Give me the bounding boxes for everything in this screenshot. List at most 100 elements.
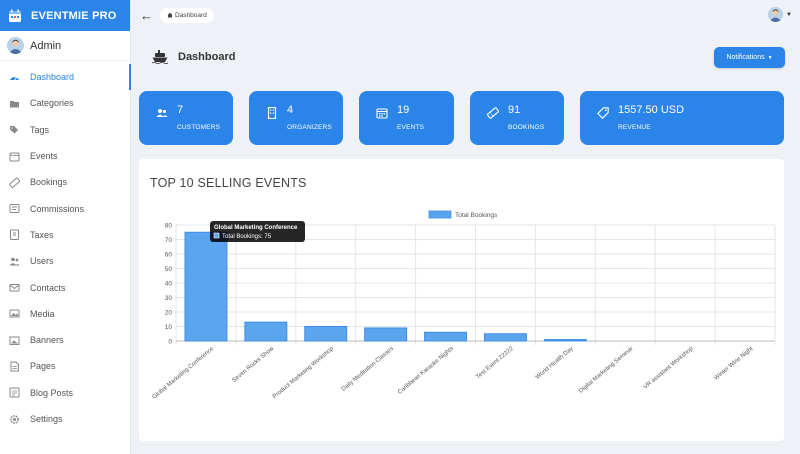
breadcrumb-label: Dashboard — [175, 12, 207, 19]
users-icon — [156, 109, 168, 117]
sidebar-item-label: Settings — [30, 414, 63, 424]
home-icon — [167, 12, 173, 20]
bar — [364, 327, 408, 342]
sidebar-item-taxes[interactable]: Taxes — [0, 222, 130, 248]
sidebar-item-label: Contacts — [30, 282, 66, 293]
sidebar-item-label: Media — [30, 308, 55, 319]
stat-card-revenue[interactable]: 1557.50 USD REVENUE — [580, 91, 784, 145]
stat-value: 19 — [397, 104, 410, 116]
brand-bar[interactable]: EVENTMIE PRO — [0, 0, 130, 31]
tooltip-swatch — [213, 232, 220, 239]
mail-icon — [9, 282, 20, 293]
back-arrow-icon[interactable]: ← — [140, 8, 154, 23]
y-tick-label: 50 — [165, 266, 173, 273]
sidebar-item-categories[interactable]: Categories — [0, 90, 130, 116]
ticket-icon — [9, 177, 20, 188]
y-tick-label: 20 — [165, 310, 173, 317]
banner-icon — [9, 335, 20, 346]
bookings-bar-chart: 0 10 20 30 40 50 60 70 80 Total Bookings Global Ma… — [152, 210, 776, 401]
building-icon — [267, 107, 277, 119]
sidebar-item-tags[interactable]: Tags — [0, 117, 130, 143]
stat-card-events[interactable]: 19 EVENTS — [359, 91, 454, 145]
user-menu[interactable]: ▼ — [768, 7, 792, 22]
stat-label: REVENUE — [618, 124, 651, 131]
x-tick-label: Test Event 22222 — [475, 346, 515, 381]
sidebar-item-label: Dashboard — [30, 72, 75, 83]
sidebar-item-label: Events — [30, 151, 58, 162]
stat-value: 7 — [177, 104, 184, 116]
stat-card-organizers[interactable]: 4 ORGANIZERS — [249, 91, 343, 145]
notifications-button[interactable]: Notifications ▼ — [714, 47, 785, 68]
stat-value: 1557.50 USD — [618, 104, 685, 116]
x-tick-label: Caribbean Karaoke Nights — [397, 346, 455, 396]
sidebar-item-commissions[interactable]: Commissions — [0, 195, 130, 221]
stat-label: ORGANIZERS — [287, 124, 332, 131]
sidebar-item-label: Blog Posts — [30, 387, 74, 398]
ship-icon — [152, 50, 168, 64]
sidebar-item-label: Bookings — [30, 177, 68, 188]
page-header: Dashboard — [152, 50, 235, 64]
stat-value: 4 — [287, 104, 294, 116]
dashboard-icon — [9, 72, 20, 83]
y-tick-label: 60 — [165, 252, 173, 259]
sidebar-item-label: Users — [30, 256, 54, 267]
sidebar-item-dashboard[interactable]: Dashboard — [0, 64, 131, 91]
calendar-icon — [376, 108, 388, 119]
settings-icon — [9, 414, 20, 425]
sidebar-item-bookings[interactable]: Bookings — [0, 169, 130, 195]
calendar-icon — [9, 151, 20, 162]
sidebar-item-users[interactable]: Users — [0, 248, 130, 274]
x-tick-label: World Health Day — [535, 346, 575, 381]
y-tick-label: 70 — [165, 237, 173, 244]
chevron-down-icon: ▼ — [786, 11, 792, 18]
sidebar-item-pages[interactable]: Pages — [0, 353, 130, 379]
y-tick-label: 10 — [165, 324, 173, 331]
sidebar-item-banners[interactable]: Banners — [0, 327, 130, 353]
topbar: ← Dashboard ▼ — [131, 0, 800, 31]
stat-value: 91 — [508, 104, 521, 116]
bar — [543, 339, 587, 342]
x-tick-label: Product Marketing Workshop — [272, 346, 336, 401]
sidebar-item-events[interactable]: Events — [0, 143, 130, 169]
chevron-down-icon: ▼ — [767, 54, 773, 61]
y-tick-label: 40 — [165, 281, 173, 288]
sidebar-item-label: Pages — [30, 361, 56, 372]
breadcrumb[interactable]: Dashboard — [160, 8, 214, 23]
avatar — [7, 37, 24, 54]
admin-profile[interactable]: Admin — [0, 31, 130, 61]
bar — [424, 331, 468, 342]
admin-name: Admin — [30, 39, 62, 52]
sidebar-item-media[interactable]: Media — [0, 301, 130, 327]
stat-card-bookings[interactable]: 91 BOOKINGS — [470, 91, 564, 145]
bar — [244, 321, 288, 342]
notifications-label: Notifications — [726, 54, 765, 61]
x-tick-label: Seven Rocks Show — [231, 346, 275, 384]
x-tick-label: Daily Meditation Classes — [341, 346, 395, 393]
tax-icon — [9, 229, 20, 241]
stat-label: BOOKINGS — [508, 124, 545, 131]
media-icon — [9, 308, 20, 319]
x-tick-label: Digital Marketing Seminar — [578, 346, 634, 395]
y-tick-label: 0 — [168, 339, 172, 346]
legend-label: Total Bookings — [455, 212, 498, 219]
sidebar: EVENTMIE PRO Admin Dashboard Categories Ta… — [0, 0, 131, 454]
folder-icon — [9, 98, 20, 109]
page-icon — [9, 361, 20, 372]
tooltip-title: Global Marketing Conference — [214, 225, 298, 231]
legend-swatch — [428, 210, 452, 219]
y-tick-label: 30 — [165, 295, 173, 302]
sidebar-item-contacts[interactable]: Contacts — [0, 274, 130, 300]
sidebar-item-label: Tags — [30, 124, 50, 135]
avatar — [768, 7, 784, 22]
stat-card-customers[interactable]: 7 CUSTOMERS — [139, 91, 233, 145]
sidebar-item-label: Taxes — [30, 229, 54, 240]
top-selling-events-panel: TOP 10 SELLING EVENTS 0 10 20 30 40 50 60 70 80 T… — [139, 159, 784, 441]
stat-label: CUSTOMERS — [177, 124, 221, 131]
x-tick-label: Winter Wine Night — [713, 346, 754, 382]
sidebar-item-label: Commissions — [30, 203, 85, 214]
bar — [483, 333, 527, 342]
stat-label: EVENTS — [397, 124, 425, 131]
sidebar-item-settings[interactable]: Settings — [0, 406, 130, 432]
bar — [304, 326, 348, 342]
sidebar-item-blog-posts[interactable]: Blog Posts — [0, 380, 130, 406]
